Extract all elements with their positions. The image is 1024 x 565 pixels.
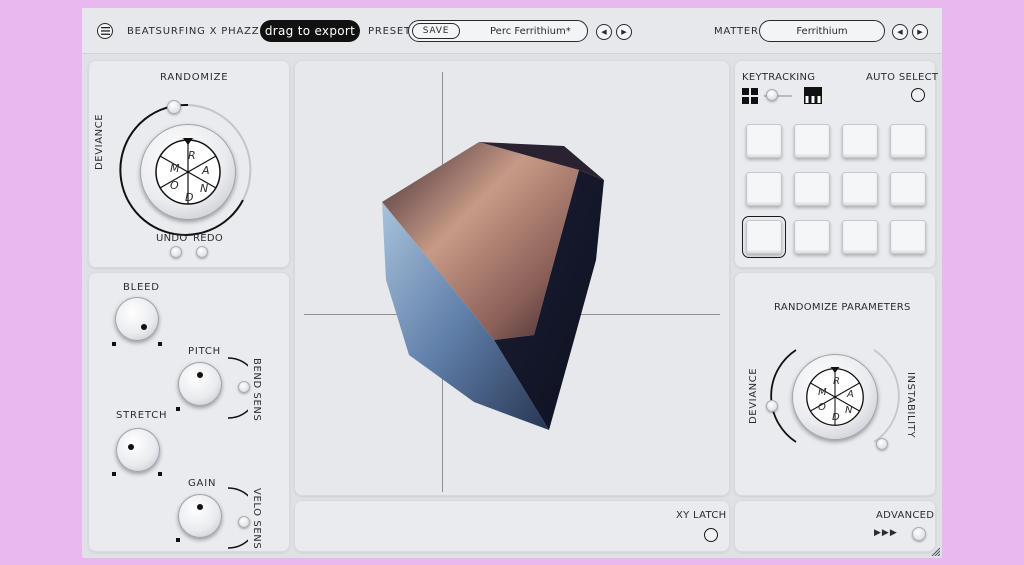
keytracking-panel: KEYTRACKING AUTO SELECT: [734, 60, 939, 268]
keytracking-slider-handle[interactable]: [766, 89, 778, 101]
gain-knob[interactable]: [178, 494, 222, 538]
bleed-knob[interactable]: [115, 297, 159, 341]
menu-icon[interactable]: [97, 23, 113, 39]
deviance-handle-2[interactable]: [766, 400, 778, 412]
xy-latch-panel: XY LATCH: [294, 500, 730, 552]
top-bar: BEATSURFING X PHAZZ drag to export PRESE…: [82, 8, 942, 54]
pitch-knob[interactable]: [178, 362, 222, 406]
dice-letter-m: M: [818, 387, 827, 398]
controls-panel: BLEED PITCH BEND SENS STRETCH GAIN VELO …: [88, 272, 290, 552]
piano-icon[interactable]: [804, 87, 822, 104]
redo-button[interactable]: [196, 246, 208, 258]
deviance-label: DEVIANCE: [94, 113, 105, 170]
dice-letter-r: R: [833, 376, 840, 387]
instability-label: INSTABILITY: [905, 372, 916, 439]
randomize-title: RANDOMIZE: [160, 72, 229, 83]
bend-sens-label: BEND SENS: [251, 358, 262, 422]
dice-letter-a: A: [847, 389, 854, 400]
advanced-label: ADVANCED: [876, 510, 935, 521]
xy-latch-toggle[interactable]: [704, 528, 718, 542]
deviance-handle[interactable]: [167, 100, 181, 114]
instability-handle[interactable]: [876, 438, 888, 450]
matter-crystal-icon: [382, 142, 604, 430]
preset-label: PRESET: [368, 26, 411, 37]
dice-letter-a: A: [202, 164, 210, 177]
randomize-parameters-title: RANDOMIZE PARAMETERS: [774, 302, 911, 313]
dice-letter-d: D: [832, 412, 840, 423]
triangle-left-icon: ◀: [897, 28, 903, 36]
advanced-arrows-icon[interactable]: ▶▶▶: [874, 528, 898, 538]
pad-3[interactable]: [842, 124, 878, 158]
pad-11[interactable]: [842, 220, 878, 254]
stretch-knob[interactable]: [116, 428, 160, 472]
matter-name: Ferrithium: [796, 25, 848, 37]
pad-7[interactable]: [842, 172, 878, 206]
matter-prev-button[interactable]: ◀: [892, 24, 908, 40]
dice-letter-r: R: [188, 149, 196, 162]
redo-label: REDO: [193, 233, 224, 244]
advanced-toggle[interactable]: [912, 527, 926, 541]
matter-next-button[interactable]: ▶: [912, 24, 928, 40]
pad-2[interactable]: [794, 124, 830, 158]
dice-letter-n: N: [200, 182, 209, 195]
randomize-parameters-panel: RANDOMIZE PARAMETERS DEVIANCE INSTABILIT…: [734, 272, 936, 496]
deviance-label-2: DEVIANCE: [748, 367, 759, 424]
auto-select-toggle[interactable]: [911, 88, 925, 102]
pad-1[interactable]: [746, 124, 782, 158]
xy-latch-label: XY LATCH: [676, 510, 727, 521]
dice-letter-n: N: [845, 405, 853, 416]
preset-name: Perc Ferrithium*: [490, 26, 571, 37]
save-button[interactable]: SAVE: [412, 23, 460, 39]
velo-sens-handle[interactable]: [238, 516, 250, 528]
randomize-parameters-dice-button[interactable]: R A N D O M: [792, 354, 878, 440]
bleed-label: BLEED: [123, 282, 160, 293]
pad-6[interactable]: [794, 172, 830, 206]
pad-8[interactable]: [890, 172, 926, 206]
grid-icon[interactable]: [742, 88, 758, 104]
plugin-window: BEATSURFING X PHAZZ drag to export PRESE…: [82, 8, 942, 558]
pitch-label: PITCH: [188, 346, 222, 357]
triangle-right-icon: ▶: [621, 28, 627, 36]
dice-letter-o: O: [818, 402, 826, 413]
preset-next-button[interactable]: ▶: [616, 24, 632, 40]
matter-label: MATTER: [714, 26, 759, 37]
undo-label: UNDO: [156, 233, 188, 244]
keytracking-label: KEYTRACKING: [742, 72, 816, 83]
gain-label: GAIN: [188, 478, 217, 489]
randomize-panel: RANDOMIZE DEVIANCE R A N D O M UNDO REDO: [88, 60, 290, 268]
pad-10[interactable]: [794, 220, 830, 254]
auto-select-label: AUTO SELECT: [866, 72, 939, 83]
pad-5[interactable]: [746, 172, 782, 206]
preset-prev-button[interactable]: ◀: [596, 24, 612, 40]
brand-title: BEATSURFING X PHAZZ: [127, 26, 260, 37]
undo-button[interactable]: [170, 246, 182, 258]
xy-viewer-panel[interactable]: [294, 60, 730, 496]
matter-selector[interactable]: Ferrithium: [759, 20, 885, 42]
drag-to-export-button[interactable]: drag to export: [260, 20, 360, 42]
pad-4[interactable]: [890, 124, 926, 158]
resize-grip-icon[interactable]: [930, 546, 940, 556]
advanced-panel: ADVANCED ▶▶▶: [734, 500, 936, 552]
pad-9-selected[interactable]: [742, 216, 786, 258]
bend-sens-handle[interactable]: [238, 381, 250, 393]
randomize-dice-button[interactable]: R A N D O M: [140, 124, 236, 220]
velo-sens-label: VELO SENS: [251, 488, 262, 550]
stretch-label: STRETCH: [116, 410, 168, 421]
dice-letter-m: M: [170, 162, 180, 175]
dice-letter-o: O: [170, 179, 179, 192]
triangle-left-icon: ◀: [601, 28, 607, 36]
triangle-right-icon: ▶: [917, 28, 923, 36]
pad-12[interactable]: [890, 220, 926, 254]
dice-letter-d: D: [185, 191, 194, 204]
